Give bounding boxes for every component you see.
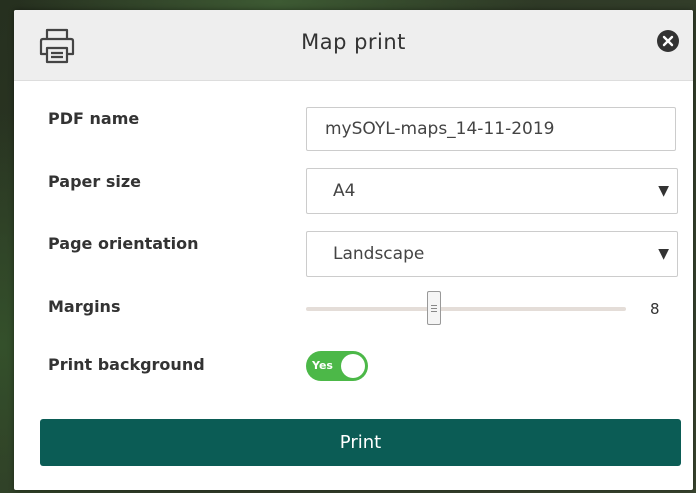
margins-slider-handle[interactable] — [427, 291, 441, 325]
margins-value: 8 — [650, 300, 660, 318]
print-background-toggle[interactable]: Yes — [306, 351, 368, 381]
map-print-dialog: Map print PDF name Paper size A4 ▼ Page … — [14, 10, 693, 490]
page-orientation-select[interactable]: Landscape ▼ — [306, 231, 678, 277]
page-orientation-label: Page orientation — [48, 234, 199, 253]
pdf-name-label: PDF name — [48, 109, 140, 128]
pdf-name-input[interactable] — [306, 107, 676, 151]
chevron-down-icon: ▼ — [658, 183, 669, 199]
dialog-title: Map print — [301, 30, 406, 54]
chevron-down-icon: ▼ — [658, 246, 669, 262]
toggle-knob — [341, 354, 365, 378]
margins-label: Margins — [48, 297, 121, 316]
toggle-state-text: Yes — [312, 359, 333, 372]
paper-size-label: Paper size — [48, 172, 142, 191]
close-icon[interactable] — [656, 29, 680, 53]
page-orientation-value: Landscape — [333, 244, 425, 264]
paper-size-value: A4 — [333, 181, 356, 201]
print-button[interactable]: Print — [40, 419, 681, 466]
paper-size-select[interactable]: A4 ▼ — [306, 168, 678, 214]
margins-slider[interactable] — [306, 291, 626, 325]
print-background-label: Print background — [48, 355, 205, 374]
dialog-header: Map print — [14, 10, 693, 81]
